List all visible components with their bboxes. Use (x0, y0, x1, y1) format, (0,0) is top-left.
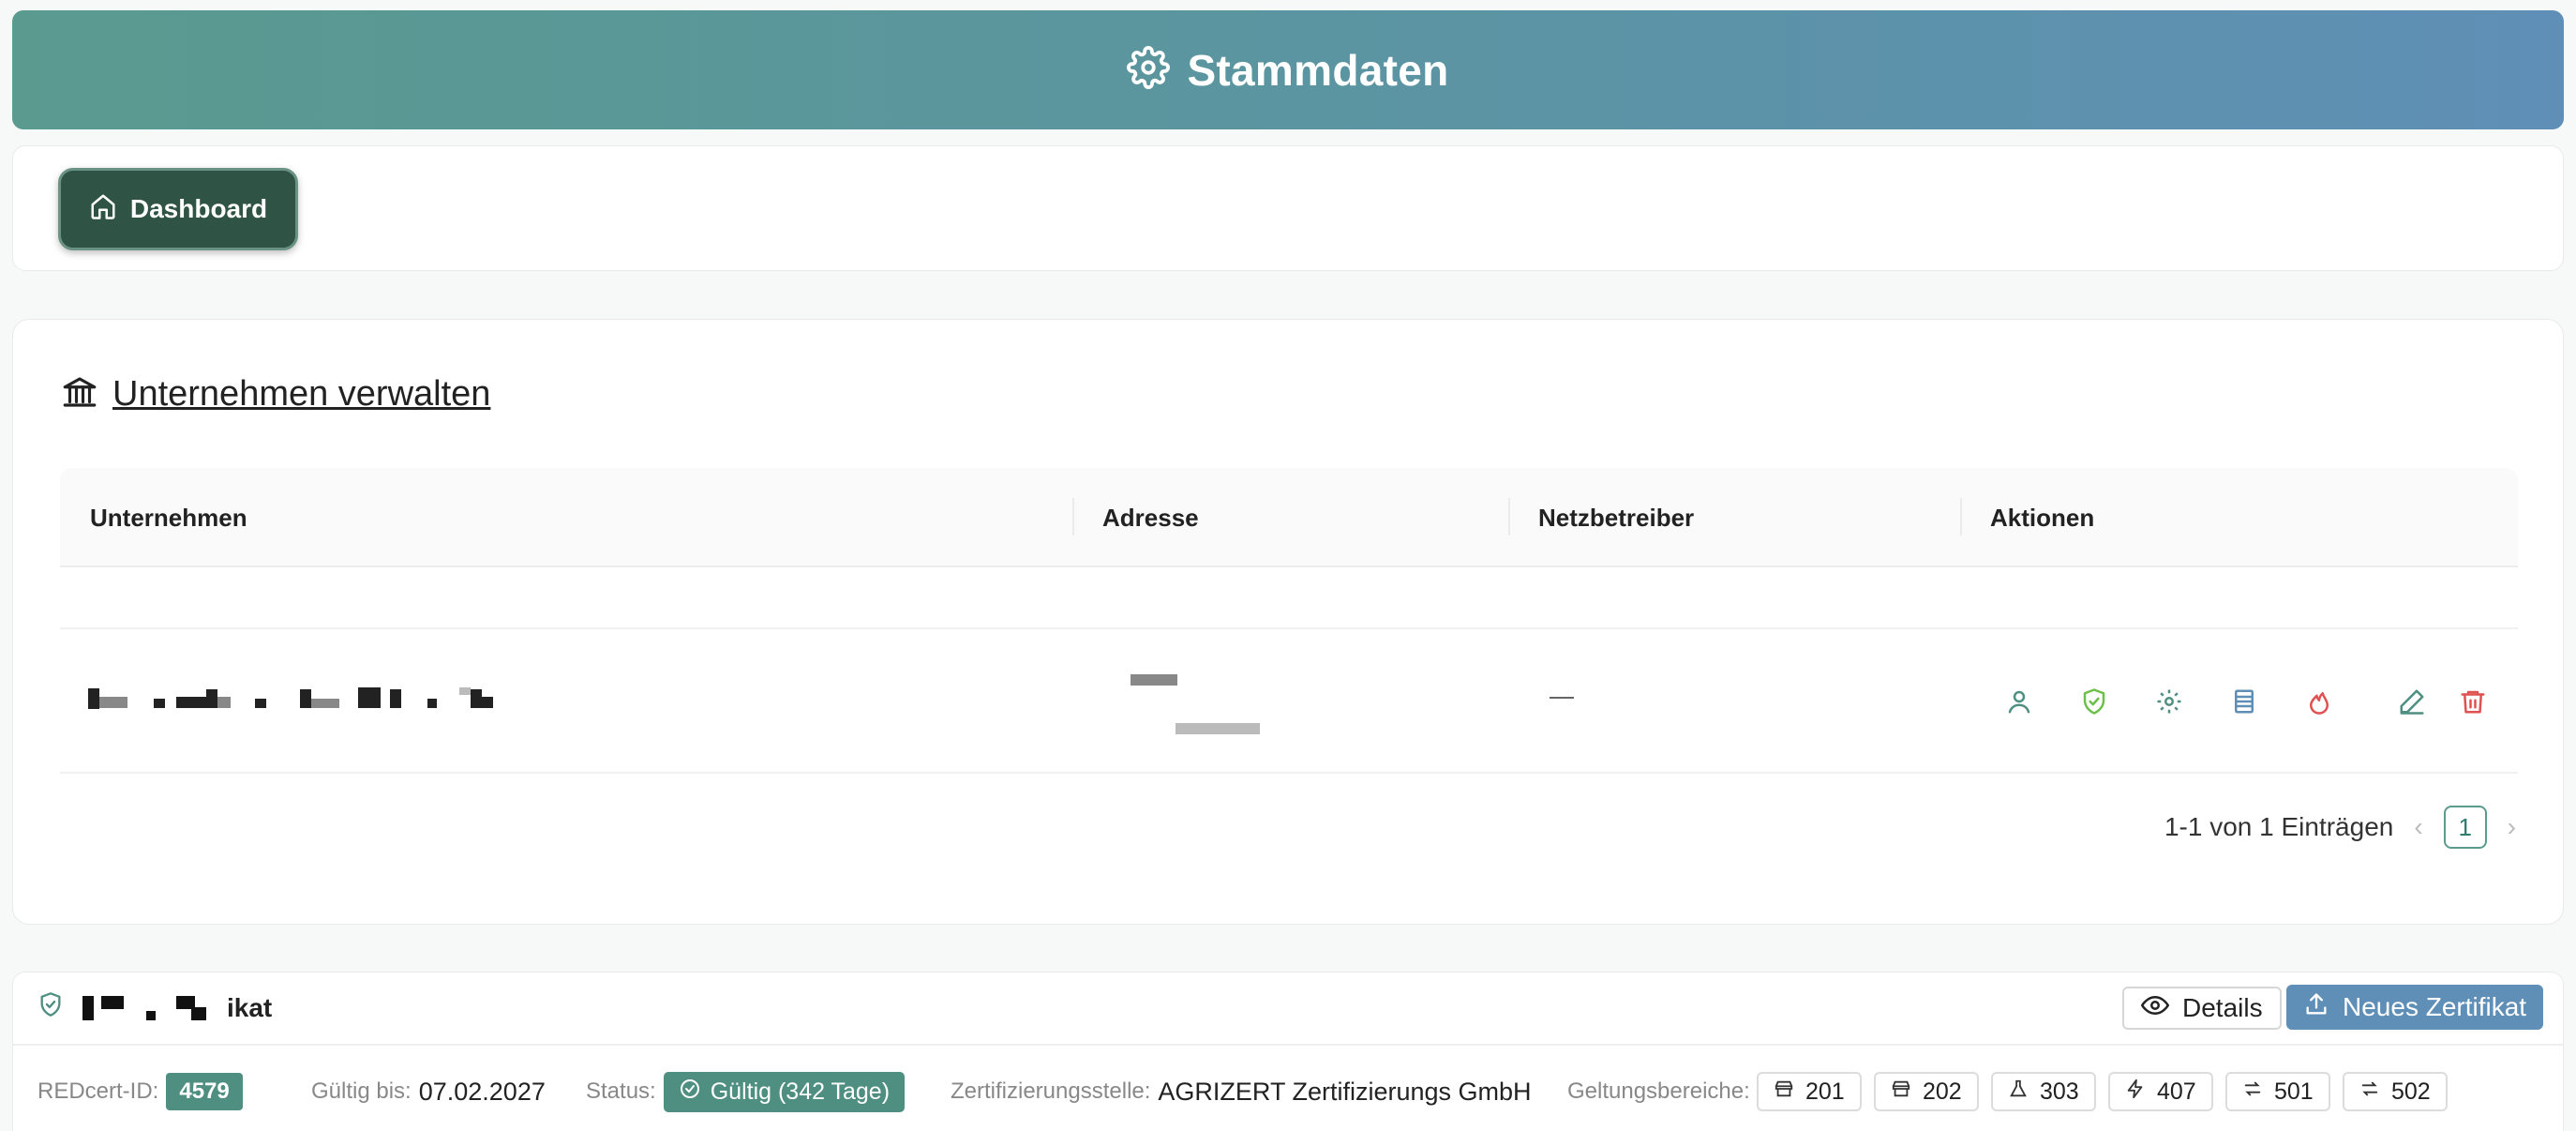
valid-until-label: Gültig bis: (311, 1078, 412, 1104)
certificate-card: ikat Details Neues Zertifikat REDcert-ID… (12, 972, 2564, 1131)
flask-icon (2008, 1078, 2029, 1106)
table-spacer-row (60, 567, 2518, 629)
certification-body-label: Zertifizierungsstelle: (951, 1078, 1151, 1104)
scope-code: 501 (2274, 1078, 2314, 1105)
page-title: Stammdaten (1187, 45, 1449, 95)
pagination: 1-1 von 1 Einträgen ‹ 1 › (2164, 806, 2516, 849)
companies-table: Unternehmen Adresse Netzbetreiber Aktion… (60, 468, 2518, 774)
page-button-current[interactable]: 1 (2443, 806, 2487, 849)
column-header-address: Adresse (1102, 503, 1199, 532)
dashboard-label: Dashboard (129, 194, 268, 223)
scope-tag: 202 (1874, 1072, 1979, 1111)
nav-card: Dashboard (12, 145, 2564, 271)
status-badge: Gültig (342 Tage) (663, 1071, 906, 1112)
column-divider (1072, 498, 1074, 535)
certificate-title: ikat (37, 991, 276, 1037)
address-redacted (1072, 629, 1508, 774)
status-value: Gültig (342 Tage) (710, 1078, 891, 1105)
column-header-network-operator: Netzbetreiber (1538, 503, 1695, 532)
column-divider (1960, 498, 1962, 535)
gear-icon (1127, 46, 1171, 94)
status-label: Status: (586, 1078, 656, 1104)
redcert-id: REDcert-ID: 4579 (37, 1070, 243, 1113)
new-certificate-button[interactable]: Neues Zertifikat (2286, 985, 2544, 1030)
bolt-icon (2125, 1078, 2146, 1106)
gear-icon[interactable] (2153, 686, 2185, 717)
details-label: Details (2182, 993, 2263, 1022)
eye-icon (2140, 991, 2170, 1026)
scope-tag: 303 (1991, 1072, 2096, 1111)
list-icon[interactable] (2228, 686, 2260, 717)
scope-tag: 502 (2343, 1072, 2448, 1111)
details-button[interactable]: Details (2122, 987, 2282, 1030)
page-header: Stammdaten (12, 10, 2564, 129)
valid-until: Gültig bis: 07.02.2027 (311, 1070, 546, 1113)
certificate-info: REDcert-ID: 4579 Gültig bis: 07.02.2027 … (37, 1070, 2559, 1113)
arrows-icon (2242, 1078, 2263, 1106)
status: Status: Gültig (342 Tage) (586, 1070, 906, 1113)
scope-code: 502 (2391, 1078, 2431, 1105)
scope-code: 303 (2040, 1078, 2079, 1105)
scope-code: 407 (2157, 1078, 2196, 1105)
scopes-label: Geltungsbereiche: (1567, 1078, 1750, 1104)
redcert-id-label: REDcert-ID: (37, 1078, 159, 1104)
section-title: Unternehmen verwalten (60, 372, 490, 416)
scope-code: 201 (1805, 1078, 1845, 1105)
pagination-summary: 1-1 von 1 Einträgen (2164, 812, 2394, 841)
section-title-text[interactable]: Unternehmen verwalten (112, 374, 490, 415)
trash-icon[interactable] (2457, 686, 2489, 717)
scopes: Geltungsbereiche: (1567, 1070, 1750, 1113)
network-operator-empty (1550, 697, 1574, 699)
redcert-id-badge: 4579 (166, 1073, 243, 1110)
next-page-icon[interactable]: › (2508, 812, 2516, 842)
home-icon (89, 192, 117, 227)
column-header-company: Unternehmen (90, 503, 247, 532)
column-header-actions: Aktionen (1990, 503, 2095, 532)
table-header: Unternehmen Adresse Netzbetreiber Aktion… (60, 468, 2518, 567)
user-icon[interactable] (2003, 686, 2035, 717)
dashboard-button[interactable]: Dashboard (58, 168, 298, 250)
scope-tag: 501 (2225, 1072, 2330, 1111)
bank-icon (60, 372, 99, 416)
arrows-icon (2359, 1078, 2380, 1106)
scope-tag: 407 (2108, 1072, 2213, 1111)
certificate-header: ikat Details Neues Zertifikat (13, 973, 2563, 1046)
scope-code: 202 (1923, 1078, 1962, 1105)
column-divider (1508, 498, 1510, 535)
shield-check-icon (37, 991, 64, 1024)
shield-check-icon[interactable] (2078, 686, 2110, 717)
flame-icon[interactable] (2303, 686, 2335, 717)
company-name-redacted (60, 629, 622, 774)
new-certificate-label: Neues Zertifikat (2343, 992, 2527, 1021)
upload-icon (2303, 991, 2329, 1024)
check-circle-icon (679, 1078, 701, 1107)
certification-body: Zertifizierungsstelle: AGRIZERT Zertifiz… (951, 1070, 1532, 1113)
companies-card: Unternehmen verwalten Unternehmen Adress… (12, 319, 2564, 925)
table-row (60, 629, 2518, 774)
edit-icon[interactable] (2396, 686, 2428, 717)
store-icon (1891, 1078, 1911, 1106)
scope-tag: 201 (1757, 1072, 1862, 1111)
valid-until-value: 07.02.2027 (418, 1077, 546, 1106)
prev-page-icon[interactable]: ‹ (2414, 812, 2422, 842)
certificate-title-redacted (79, 994, 276, 1037)
certification-body-value: AGRIZERT Zertifizierungs GmbH (1158, 1077, 1532, 1106)
store-icon (1774, 1078, 1794, 1106)
